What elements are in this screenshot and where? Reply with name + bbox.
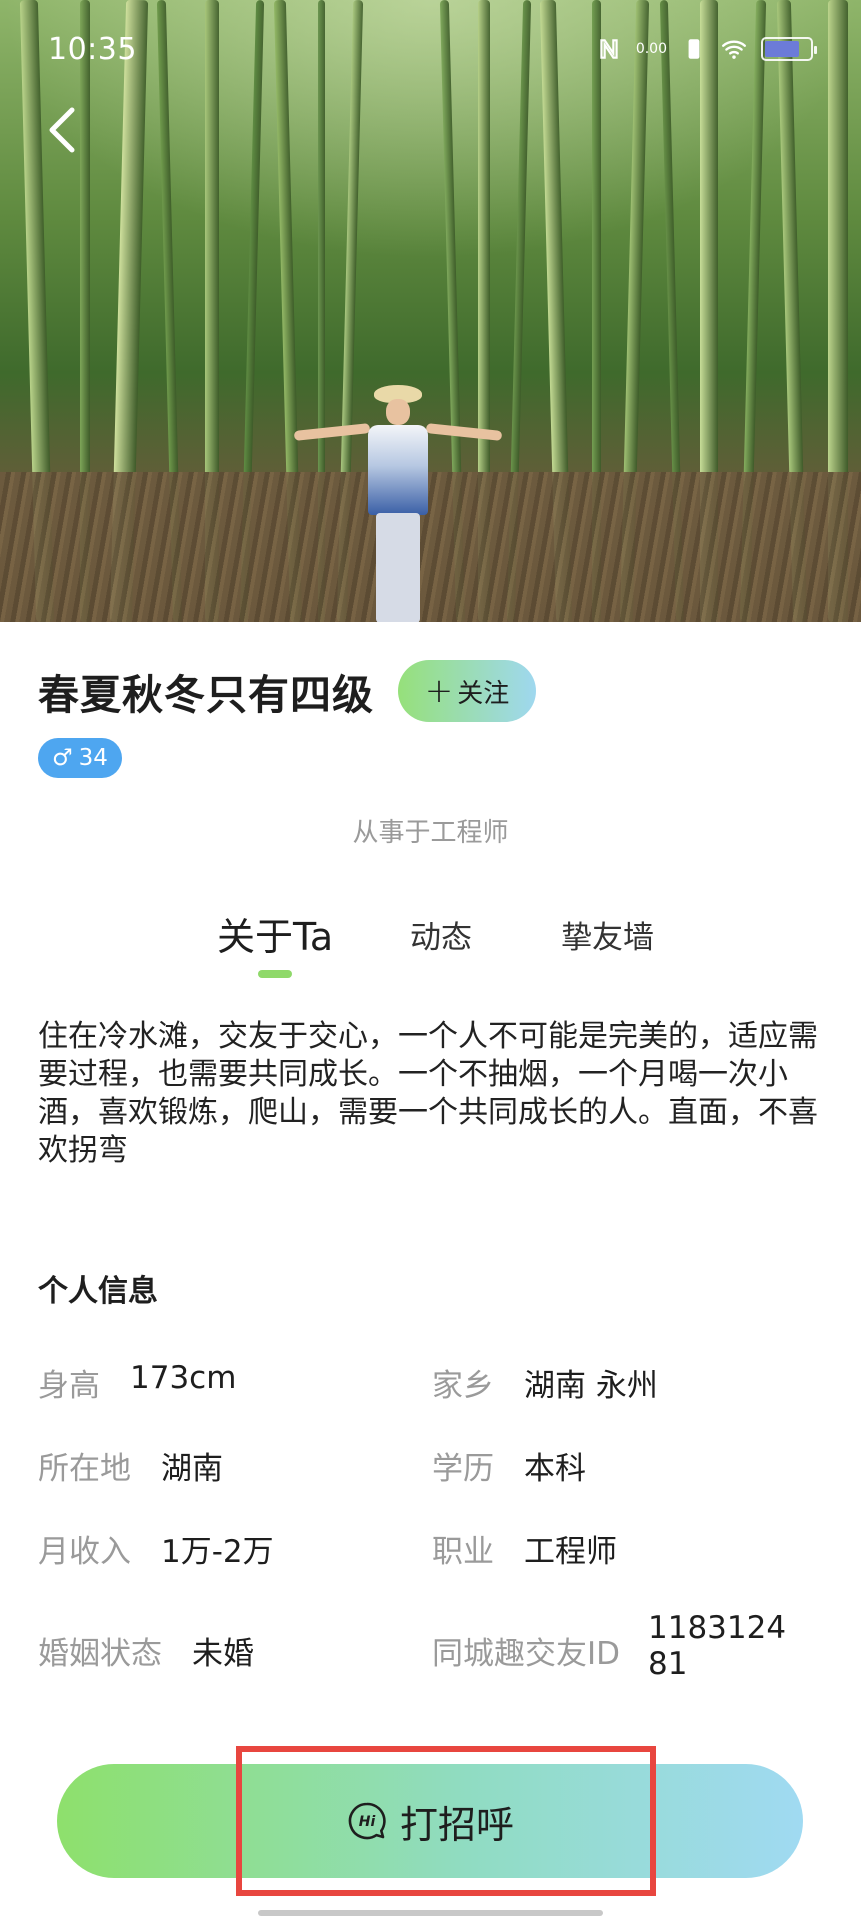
info-label: 职业 [432,1534,494,1570]
net-speed: 0.00 [635,41,667,57]
info-education: 学历 本科 [432,1443,586,1488]
info-label: 学历 [432,1451,494,1487]
status-icons: 0.00 [596,36,817,62]
back-button[interactable] [40,100,84,160]
info-value: 湖南 永州 [524,1368,658,1404]
info-value: 118312481 [648,1610,787,1682]
info-value: 工程师 [524,1534,617,1570]
nfc-icon [600,39,618,59]
info-value: 173cm [130,1360,237,1396]
tab-moments[interactable]: 动态 [410,912,472,957]
info-label: 同城趣交友ID [432,1636,621,1672]
info-value: 本科 [524,1451,586,1487]
plus-icon: + [424,671,454,711]
info-label: 月收入 [38,1534,131,1570]
chevron-left-icon [49,107,75,153]
svg-text:Hi: Hi [359,1814,376,1830]
info-label: 婚姻状态 [38,1636,162,1672]
name-row: 春夏秋冬只有四级 + 关注 [38,660,536,722]
profile-cover-photo [0,0,861,622]
info-value: 湖南 [161,1451,223,1487]
status-time: 10:35 [48,32,137,67]
info-label: 所在地 [38,1451,131,1487]
info-value: 未婚 [192,1636,254,1672]
home-indicator[interactable] [258,1910,603,1916]
info-marital-status: 婚姻状态 未婚 [38,1628,254,1673]
info-label: 家乡 [432,1368,494,1404]
male-icon: ♂ [52,745,73,771]
say-hi-label: 打招呼 [399,1802,514,1847]
info-height: 身高 173cm [38,1360,236,1405]
info-user-id: 同城趣交友ID 118312481 [432,1610,798,1682]
profile-bio: 住在冷水滩，交友于交心，一个人不可能是完美的，适应需要过程，也需要共同成长。一个… [38,1019,818,1168]
vibrate-icon [688,39,700,59]
occupation-line: 从事于工程师 [352,818,509,848]
follow-label: 关注 [457,678,510,709]
info-hometown: 家乡 湖南 永州 [432,1360,658,1405]
profile-tabs: 关于Ta 动态 挚友墙 [0,912,861,982]
follow-button[interactable]: + 关注 [398,660,536,722]
gender-age-badge: ♂ 34 [38,738,122,778]
hi-chat-icon: Hi [348,1802,386,1840]
active-tab-indicator [258,970,292,978]
info-label: 身高 [38,1368,100,1404]
age-value: 34 [78,745,108,771]
wifi-icon [721,40,747,59]
person-figure [293,385,503,622]
info-income: 月收入 1万-2万 [38,1526,274,1571]
info-occupation: 职业 工程师 [432,1526,617,1571]
tab-about[interactable]: 关于Ta [217,906,333,961]
status-bar: 10:35 0.00 [0,30,861,70]
say-hi-button[interactable]: Hi 打招呼 [57,1764,803,1878]
profile-nickname: 春夏秋冬只有四级 [38,671,374,719]
tab-friend-wall[interactable]: 挚友墙 [561,912,654,957]
info-location: 所在地 湖南 [38,1443,223,1488]
battery-icon [761,37,817,61]
info-value: 1万-2万 [161,1534,274,1570]
personal-info-title: 个人信息 [38,1274,158,1309]
